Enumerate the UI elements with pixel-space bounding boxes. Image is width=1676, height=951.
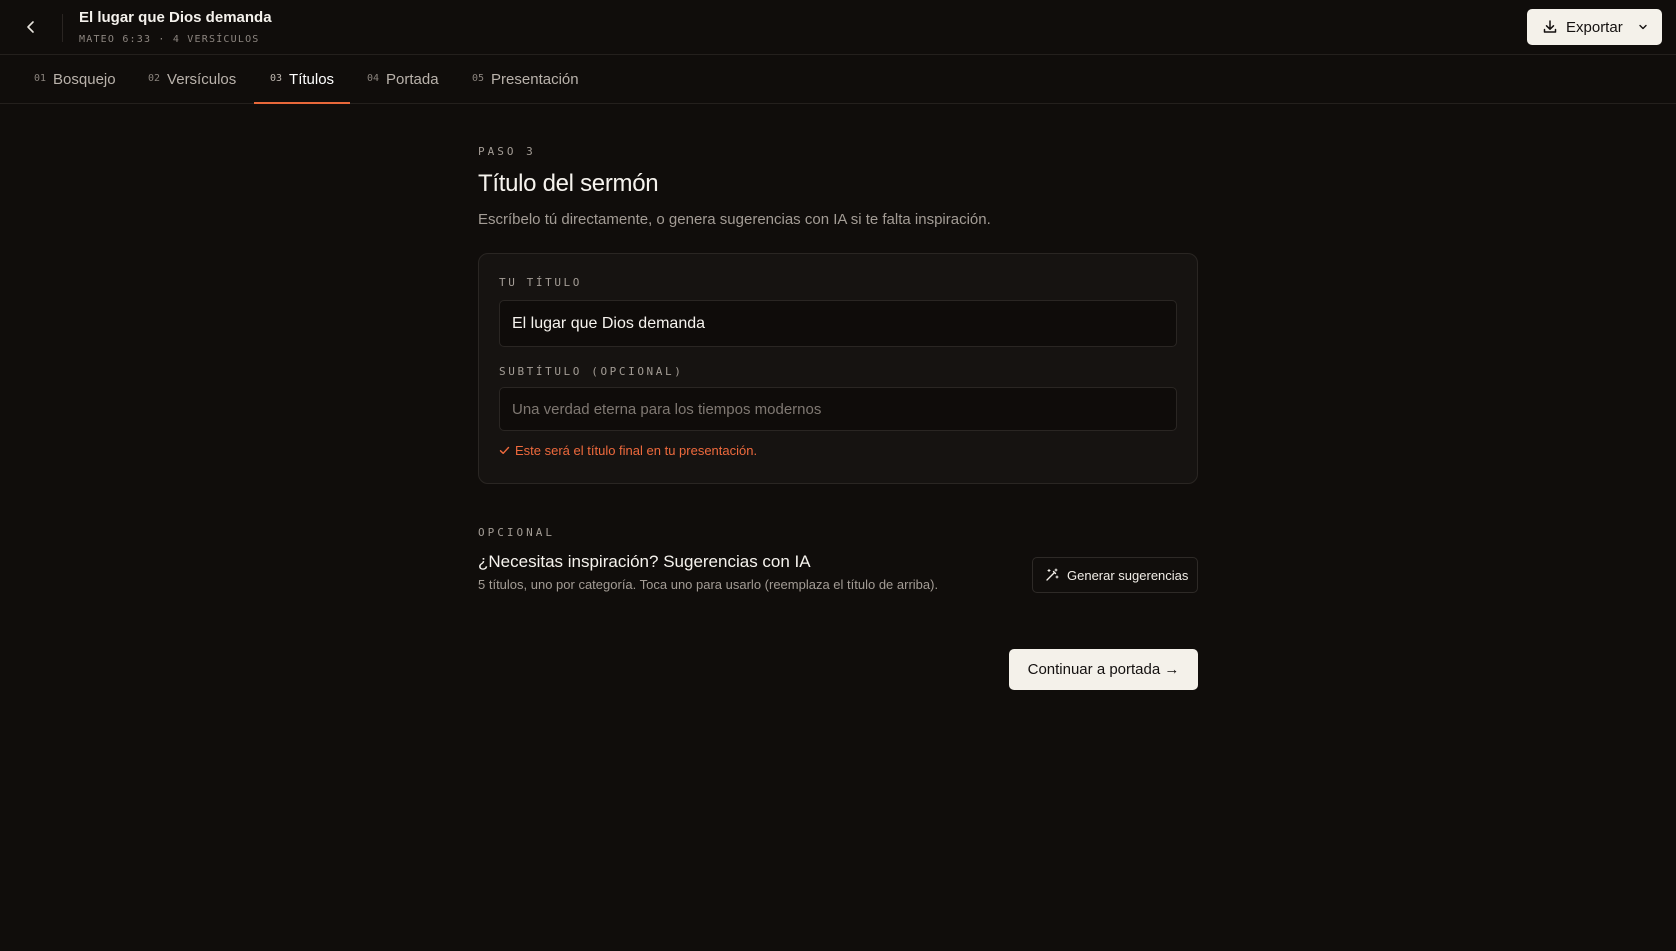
generate-suggestions-button[interactable]: Generar sugerencias — [1032, 557, 1198, 593]
tab-bosquejo[interactable]: 01 Bosquejo — [34, 55, 116, 104]
title-input[interactable]: El lugar que Dios demanda — [499, 300, 1177, 347]
tab-number: 03 — [270, 73, 283, 84]
header-divider — [62, 14, 63, 42]
title-card: TU TÍTULO El lugar que Dios demanda SUBT… — [478, 253, 1198, 484]
title-field-label: TU TÍTULO — [499, 276, 583, 289]
tab-number: 05 — [472, 73, 485, 84]
tab-number: 04 — [367, 73, 380, 84]
step-label: PASO 3 — [478, 145, 536, 158]
subtitle-field-label: SUBTÍTULO (OPCIONAL) — [499, 365, 684, 378]
export-label: Exportar — [1566, 18, 1623, 36]
tab-number: 02 — [148, 73, 161, 84]
chevron-down-icon — [1639, 24, 1647, 30]
continue-button[interactable]: Continuar a portada → — [1009, 649, 1198, 690]
tab-portada[interactable]: 04 Portada — [367, 55, 439, 104]
export-button[interactable]: Exportar — [1527, 9, 1662, 45]
generate-suggestions-label: Generar sugerencias — [1067, 567, 1189, 583]
download-icon — [1543, 20, 1557, 33]
tab-label: Bosquejo — [53, 71, 116, 88]
document-title: El lugar que Dios demanda — [79, 9, 272, 26]
optional-label: OPCIONAL — [478, 526, 555, 539]
subtitle-input[interactable]: Una verdad eterna para los tiempos moder… — [499, 387, 1177, 431]
hint-text: Este será el título final en tu presenta… — [515, 443, 758, 458]
top-bar: El lugar que Dios demanda MATEO 6:33 · 4… — [0, 0, 1676, 55]
check-icon — [499, 446, 510, 454]
back-button[interactable] — [18, 14, 44, 40]
tab-label: Versículos — [167, 71, 237, 88]
suggestions-title: ¿Necesitas inspiración? Sugerencias con … — [478, 552, 811, 571]
tab-label: Títulos — [289, 71, 335, 88]
final-title-hint: Este será el título final en tu presenta… — [499, 443, 757, 458]
tab-presentacion[interactable]: 05 Presentación — [472, 55, 579, 104]
page-description: Escríbelo tú directamente, o genera suge… — [478, 211, 991, 228]
tab-number: 01 — [34, 73, 47, 84]
tab-label: Portada — [386, 71, 439, 88]
document-meta: MATEO 6:33 · 4 VERSÍCULOS — [79, 34, 260, 45]
suggestions-description: 5 títulos, uno por categoría. Toca uno p… — [478, 577, 939, 592]
chevron-left-icon — [27, 21, 34, 33]
tab-titulos[interactable]: 03 Títulos — [253, 55, 351, 104]
step-tabs: 01 Bosquejo 02 Versículos 03 Títulos 04 … — [0, 55, 1676, 104]
tab-versiculos[interactable]: 02 Versículos — [148, 55, 236, 104]
magic-wand-icon — [1046, 568, 1059, 581]
tab-label: Presentación — [491, 71, 579, 88]
page-title: Título del sermón — [478, 170, 659, 197]
